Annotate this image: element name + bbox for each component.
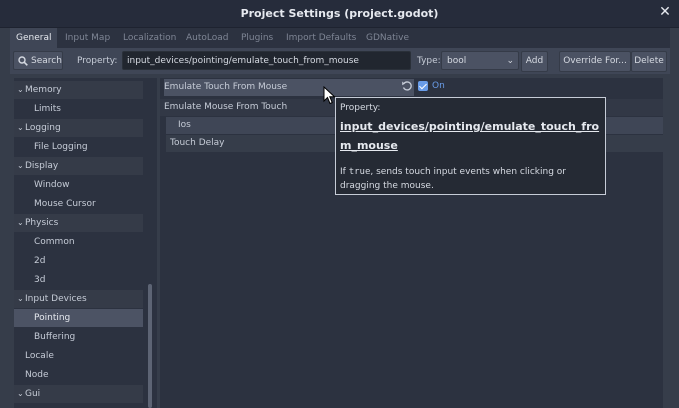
tree-item-buffering[interactable]: Buffering xyxy=(14,328,143,346)
property-tooltip: Property: input_devices/pointing/emulate… xyxy=(335,97,606,195)
tree-section-display[interactable]: ⌄ Display xyxy=(14,157,143,175)
tree-section-memory[interactable]: ⌄ Memory xyxy=(14,81,143,99)
tree-item-pointing[interactable]: Pointing xyxy=(14,309,143,327)
tree-item-node[interactable]: Node xyxy=(14,366,143,384)
collapse-arrow-icon[interactable]: ⌄ xyxy=(17,214,24,232)
delete-button[interactable]: Delete xyxy=(631,51,667,72)
tab-bar: General Input Map Localization AutoLoad … xyxy=(10,28,670,48)
type-label: Type: xyxy=(417,56,441,66)
property-toolbar: Search Property: input_devices/pointing/… xyxy=(10,48,670,74)
tree-item-2d[interactable]: 2d xyxy=(14,252,143,270)
collapse-arrow-icon[interactable]: ⌄ xyxy=(17,290,24,308)
property-label: Emulate Touch From Mouse xyxy=(164,82,288,92)
tree-section-input-devices[interactable]: ⌄ Input Devices xyxy=(14,290,143,308)
code-true: true xyxy=(348,167,371,177)
tree-section-logging[interactable]: ⌄ Logging xyxy=(14,119,143,137)
tab-autoload[interactable]: AutoLoad xyxy=(186,28,229,48)
revert-icon[interactable] xyxy=(401,80,413,92)
search-icon xyxy=(18,56,28,66)
tree-item-mouse-cursor[interactable]: Mouse Cursor xyxy=(14,195,143,213)
search-button[interactable]: Search xyxy=(13,51,63,70)
property-label: Property: xyxy=(77,56,118,66)
override-for-button[interactable]: Override For... xyxy=(559,51,631,72)
search-button-label: Search xyxy=(31,56,62,66)
add-button[interactable]: Add xyxy=(521,51,548,72)
tree-item-window[interactable]: Window xyxy=(14,176,143,194)
tree-item-limits[interactable]: Limits xyxy=(14,100,143,118)
collapse-arrow-icon[interactable]: ⌄ xyxy=(17,81,24,99)
tab-input-map[interactable]: Input Map xyxy=(65,28,110,48)
title-bar: Project Settings (project.godot) ✕ xyxy=(0,0,679,28)
collapse-arrow-icon[interactable]: ⌄ xyxy=(17,385,24,403)
tree-section-physics[interactable]: ⌄ Physics xyxy=(14,214,143,232)
emulate-touch-checkbox[interactable] xyxy=(418,81,428,91)
tree-item-locale[interactable]: Locale xyxy=(14,347,143,365)
section-tree: ⌄ Memory Limits ⌄ Logging File Logging ⌄… xyxy=(14,78,157,408)
tree-item-common[interactable]: Common xyxy=(14,233,143,251)
type-select[interactable]: bool ⌄ xyxy=(441,51,519,70)
tree-item-file-logging[interactable]: File Logging xyxy=(14,138,143,156)
tab-localization[interactable]: Localization xyxy=(123,28,176,48)
tree-item-3d[interactable]: 3d xyxy=(14,271,143,289)
property-label: Touch Delay xyxy=(170,138,225,148)
close-icon[interactable]: ✕ xyxy=(657,4,673,20)
tooltip-description: If true, sends touch input events when c… xyxy=(340,167,566,191)
property-name-input[interactable]: input_devices/pointing/emulate_touch_fro… xyxy=(122,51,411,70)
sidebar-scrollbar-thumb[interactable] xyxy=(148,284,152,408)
tooltip-property-name: input_devices/pointing/emulate_touch_fro… xyxy=(340,120,600,152)
property-emulate-touch-from-mouse[interactable]: Emulate Touch From Mouse xyxy=(164,79,414,96)
tree-section-gui[interactable]: ⌄ Gui xyxy=(14,385,143,403)
tooltip-label: Property: xyxy=(340,103,381,113)
collapse-arrow-icon[interactable]: ⌄ xyxy=(17,119,24,137)
checkbox-on-label: On xyxy=(432,81,445,91)
collapse-arrow-icon[interactable]: ⌄ xyxy=(17,157,24,175)
property-group-label: Ios xyxy=(178,120,191,130)
property-label: Emulate Mouse From Touch xyxy=(164,102,288,112)
type-select-value: bool xyxy=(447,56,467,66)
tab-gdnative[interactable]: GDNative xyxy=(366,28,409,48)
window-title: Project Settings (project.godot) xyxy=(240,7,439,20)
tab-plugins[interactable]: Plugins xyxy=(241,28,273,48)
tab-general[interactable]: General xyxy=(10,28,58,48)
chevron-down-icon: ⌄ xyxy=(506,56,514,66)
tab-import-defaults[interactable]: Import Defaults xyxy=(286,28,356,48)
